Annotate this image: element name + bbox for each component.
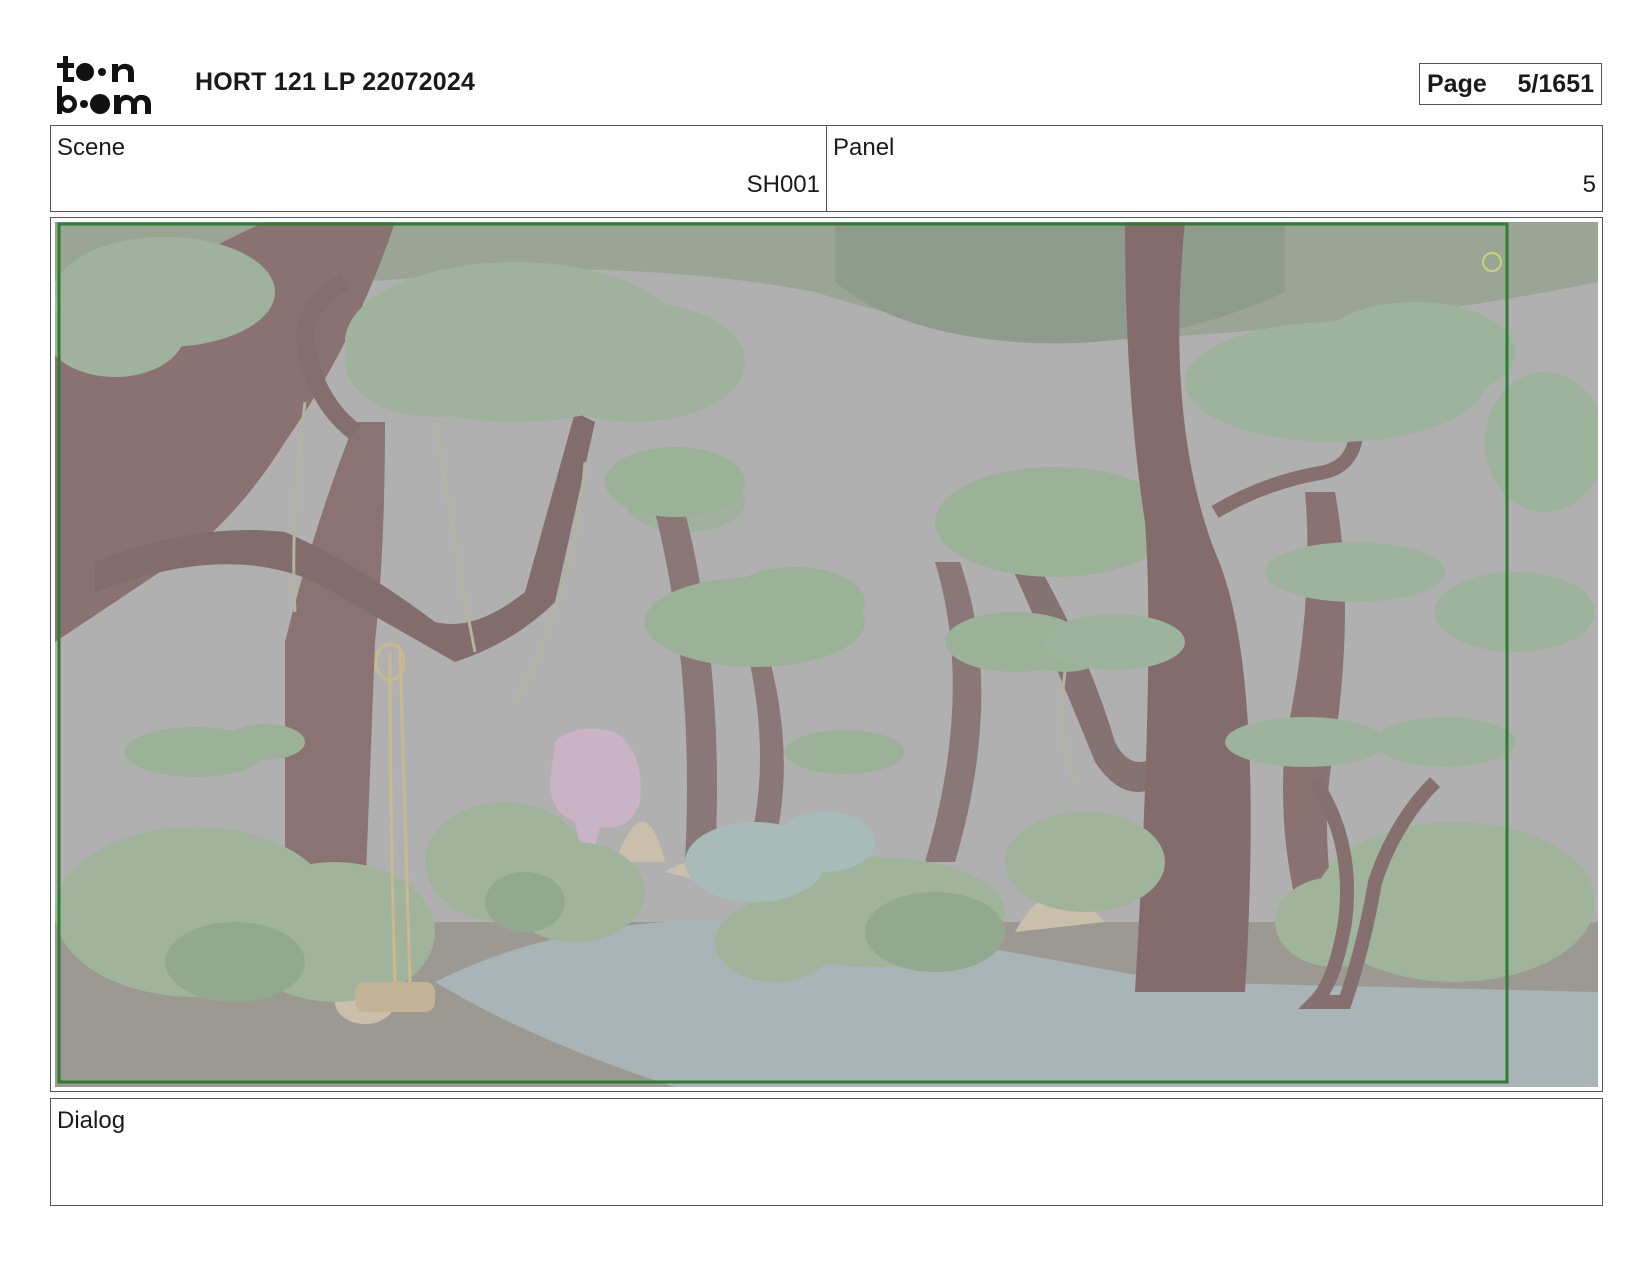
scene-panel-row: Scene SH001 Panel 5 bbox=[50, 125, 1603, 212]
panel-label: Panel bbox=[833, 134, 895, 161]
panel-value: 5 bbox=[1582, 171, 1596, 198]
scene-value: SH001 bbox=[746, 171, 820, 198]
toonboom-logo-icon bbox=[57, 56, 151, 114]
panel-cell: Panel 5 bbox=[826, 126, 1602, 211]
dialog-label: Dialog bbox=[57, 1107, 126, 1134]
scene-cell: Scene SH001 bbox=[51, 126, 826, 211]
storyboard-forest-scene-image bbox=[55, 222, 1598, 1087]
project-title: HORT 121 LP 22072024 bbox=[195, 68, 476, 96]
scene-label: Scene bbox=[57, 134, 126, 161]
page-label: Page bbox=[1427, 69, 1487, 98]
dialog-box: Dialog bbox=[50, 1098, 1603, 1206]
page-indicator: Page 5/1651 bbox=[1419, 63, 1602, 105]
panel-frame bbox=[50, 217, 1603, 1092]
page-number: 5/1651 bbox=[1517, 69, 1594, 98]
